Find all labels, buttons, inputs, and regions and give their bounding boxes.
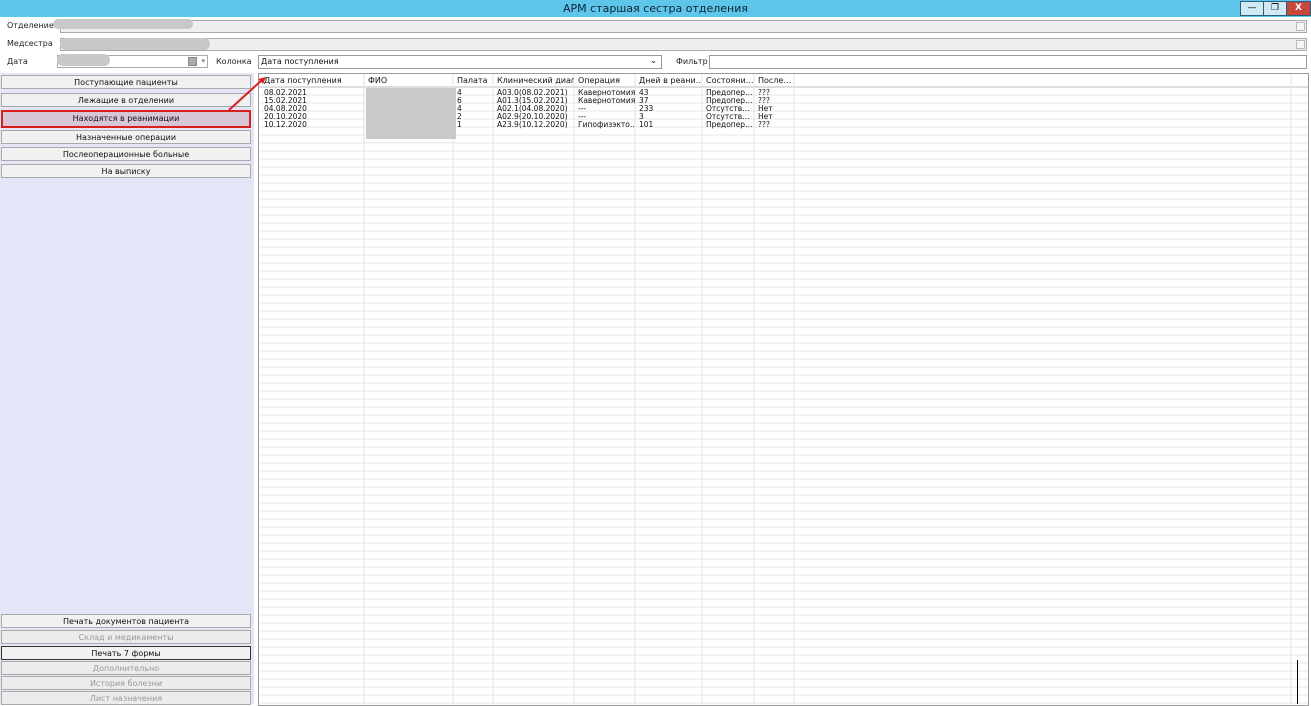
column-header-ward[interactable]: Палата <box>454 75 492 87</box>
column-header-name[interactable]: ФИО <box>365 75 453 87</box>
cell-ward: 6 <box>457 97 462 105</box>
cell-admission-date: 10.12.2020 <box>264 121 307 129</box>
cell-diagnosis: A01.3(15.02.2021) <box>497 97 568 105</box>
nav-in-icu[interactable]: Находятся в реанимации <box>1 110 251 128</box>
cell-operation: Кавернотомия <box>578 89 635 97</box>
cell-icu-days: 37 <box>639 97 649 105</box>
column-header-state[interactable]: Состояни… <box>703 75 753 87</box>
nurse-label: Медсестра <box>7 39 53 48</box>
cell-admission-date: 15.02.2021 <box>264 97 307 105</box>
redacted-date <box>57 54 110 66</box>
cell-operation: Кавернотомия <box>578 97 635 105</box>
cell-diagnosis: A23.9(10.12.2020) <box>497 121 568 129</box>
date-label: Дата <box>7 57 28 66</box>
column-header-admission-date[interactable]: Дата поступления <box>261 75 363 87</box>
column-header-diagnosis[interactable]: Клинический диаг… <box>494 75 574 87</box>
cell-diagnosis: A02.9(20.10.2020) <box>497 113 568 121</box>
nav-incoming-patients[interactable]: Поступающие пациенты <box>1 75 251 89</box>
cell-icu-days: 43 <box>639 89 649 97</box>
column-header-operation[interactable]: Операция <box>575 75 635 87</box>
cell-post: ??? <box>758 121 770 129</box>
chevron-down-icon[interactable]: ▾ <box>201 57 205 65</box>
nav-scheduled-operations[interactable]: Назначенные операции <box>1 130 251 144</box>
column-select[interactable]: Дата поступления ⌄ <box>258 55 662 69</box>
filter-input[interactable] <box>709 55 1307 69</box>
cell-state: Отсутств… <box>706 105 750 113</box>
patients-table[interactable]: Дата поступления ФИО Палата Клинический … <box>258 73 1309 706</box>
maximize-button[interactable]: ❐ <box>1263 1 1287 16</box>
cell-icu-days: 233 <box>639 105 654 113</box>
text-cursor <box>1297 660 1298 704</box>
department-label: Отделение <box>7 21 54 30</box>
cell-admission-date: 20.10.2020 <box>264 113 307 121</box>
cell-diagnosis: A03.0(08.02.2021) <box>497 89 568 97</box>
cell-ward: 1 <box>457 121 462 129</box>
chevron-down-icon[interactable]: ⌄ <box>650 56 657 65</box>
cell-ward: 2 <box>457 113 462 121</box>
additional-button[interactable]: Дополнительно <box>1 661 251 675</box>
title-bar: АРМ старшая сестра отделения — ❐ X <box>0 0 1311 17</box>
cell-ward: 4 <box>457 105 462 113</box>
redacted-department <box>53 19 193 29</box>
column-label: Колонка <box>216 57 252 66</box>
calendar-icon[interactable] <box>188 57 197 66</box>
cell-state: Предопер… <box>706 97 753 105</box>
cell-operation: --- <box>578 105 587 113</box>
nav-discharge[interactable]: На выписку <box>1 164 251 178</box>
dropdown-icon[interactable] <box>1296 40 1305 49</box>
minimize-button[interactable]: — <box>1240 1 1264 16</box>
cell-state: Предопер… <box>706 121 753 129</box>
print-form7-button[interactable]: Печать 7 формы <box>1 646 251 660</box>
cell-admission-date: 08.02.2021 <box>264 89 307 97</box>
cell-operation: --- <box>578 113 587 121</box>
column-select-value: Дата поступления <box>261 57 339 66</box>
column-header-post[interactable]: После… <box>755 75 793 87</box>
cell-icu-days: 3 <box>639 113 644 121</box>
window-title: АРМ старшая сестра отделения <box>562 2 748 15</box>
prescription-sheet-button[interactable]: Лист назначения <box>1 691 251 705</box>
filter-label: Фильтр <box>676 57 708 66</box>
print-patient-docs-button[interactable]: Печать документов пациента <box>1 614 251 628</box>
cell-icu-days: 101 <box>639 121 654 129</box>
cell-operation: Гипофизэкто… <box>578 121 635 129</box>
close-button[interactable]: X <box>1286 1 1311 16</box>
cell-diagnosis: A02.1(04.08.2020) <box>497 105 568 113</box>
warehouse-button[interactable]: Склад и медикаменты <box>1 630 251 644</box>
cell-admission-date: 04.08.2020 <box>264 105 307 113</box>
redacted-nurse <box>60 38 210 50</box>
cell-post: ??? <box>758 97 770 105</box>
grid-lines <box>259 74 1308 705</box>
cell-post: ??? <box>758 89 770 97</box>
nav-in-department[interactable]: Лежащие в отделении <box>1 93 251 107</box>
medical-history-button[interactable]: История болезни <box>1 676 251 690</box>
column-header-icu-days[interactable]: Дней в реани… <box>636 75 702 87</box>
dropdown-icon[interactable] <box>1296 22 1305 31</box>
nav-postoperative[interactable]: Послеоперационные больные <box>1 147 251 161</box>
department-field[interactable] <box>60 20 1307 33</box>
cell-ward: 4 <box>457 89 462 97</box>
cell-post: Нет <box>758 113 773 121</box>
cell-state: Предопер… <box>706 89 753 97</box>
redacted-patient-names <box>366 88 456 139</box>
sidebar: Поступающие пациенты Лежащие в отделении… <box>0 73 254 705</box>
cell-post: Нет <box>758 105 773 113</box>
cell-state: Отсутств… <box>706 113 750 121</box>
nurse-field[interactable] <box>60 38 1307 51</box>
